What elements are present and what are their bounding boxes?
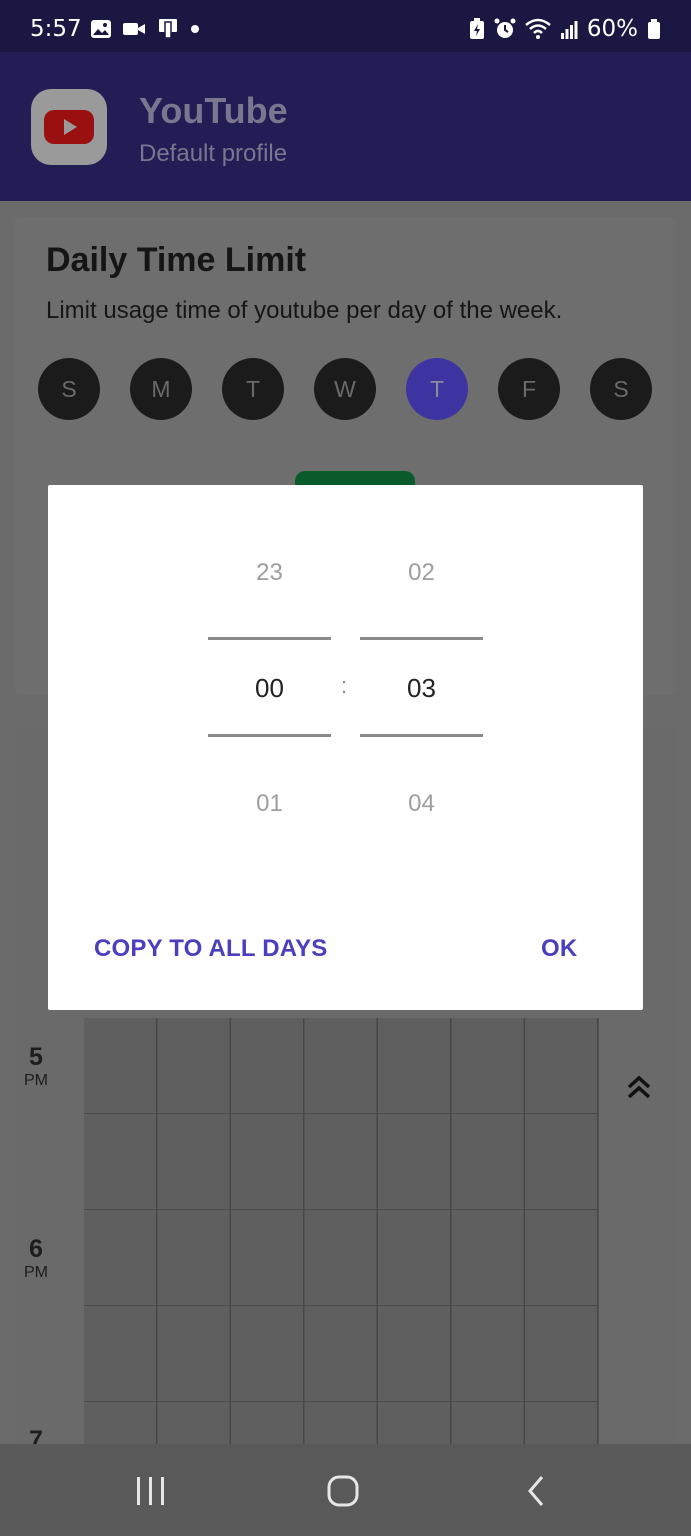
navigation-bar	[0, 1444, 691, 1536]
picker-divider	[360, 637, 483, 640]
double-chevron-up-icon[interactable]	[625, 1073, 653, 1101]
hour-current[interactable]: 00	[208, 673, 331, 704]
minute-next[interactable]: 04	[360, 790, 483, 818]
day-friday[interactable]: F	[498, 358, 560, 420]
copy-to-all-days-button[interactable]: COPY TO ALL DAYS	[94, 935, 328, 963]
battery-saver-icon	[469, 18, 484, 39]
day-tuesday[interactable]: T	[222, 358, 284, 420]
picker-divider	[360, 734, 483, 737]
home-icon[interactable]	[323, 1474, 363, 1508]
battery-icon	[648, 19, 660, 39]
dot-icon	[191, 25, 199, 33]
picker-divider	[208, 734, 331, 737]
battery-percent: 60%	[586, 16, 638, 42]
signal-icon	[560, 21, 578, 39]
alarm-icon	[494, 18, 516, 38]
video-icon	[123, 23, 145, 35]
card-description: Limit usage time of youtube per day of t…	[46, 297, 563, 324]
day-wednesday[interactable]: W	[314, 358, 376, 420]
minute-picker[interactable]: 02 03 04	[360, 485, 483, 885]
hour-prev[interactable]: 23	[208, 559, 331, 587]
ok-button[interactable]: OK	[541, 935, 577, 963]
cast-icon	[159, 19, 177, 39]
hour-label: 5 PM	[24, 1043, 48, 1089]
time-display-peek	[295, 471, 415, 485]
picker-divider	[208, 637, 331, 640]
status-icons-right: 60%	[469, 16, 661, 42]
status-icons-left	[90, 18, 200, 40]
app-subtitle: Default profile	[139, 140, 288, 167]
hour-label: 6 PM	[24, 1235, 48, 1281]
wifi-icon	[525, 18, 551, 39]
time-separator: :	[341, 673, 348, 698]
hour-picker[interactable]: 23 00 01	[208, 485, 331, 885]
time-picker-dialog: 23 00 01 : 02 03 04 COPY TO ALL DAYS OK	[48, 485, 643, 1010]
gallery-icon	[91, 20, 111, 38]
day-monday[interactable]: M	[130, 358, 192, 420]
status-bar: 5:57 60%	[0, 0, 691, 52]
schedule-grid[interactable]	[84, 1018, 599, 1448]
youtube-icon	[31, 89, 107, 165]
hour-next[interactable]: 01	[208, 790, 331, 818]
recents-icon[interactable]	[131, 1474, 171, 1508]
back-icon[interactable]	[518, 1474, 558, 1508]
app-title: YouTube	[139, 90, 288, 131]
day-saturday[interactable]: S	[590, 358, 652, 420]
day-sunday[interactable]: S	[38, 358, 100, 420]
day-thursday[interactable]: T	[406, 358, 468, 420]
minute-prev[interactable]: 02	[360, 559, 483, 587]
status-time: 5:57	[30, 16, 82, 42]
card-title: Daily Time Limit	[46, 241, 307, 279]
day-selector: S M T W T F S	[38, 358, 658, 422]
app-header: YouTube Default profile	[0, 52, 691, 201]
minute-current[interactable]: 03	[360, 673, 483, 704]
